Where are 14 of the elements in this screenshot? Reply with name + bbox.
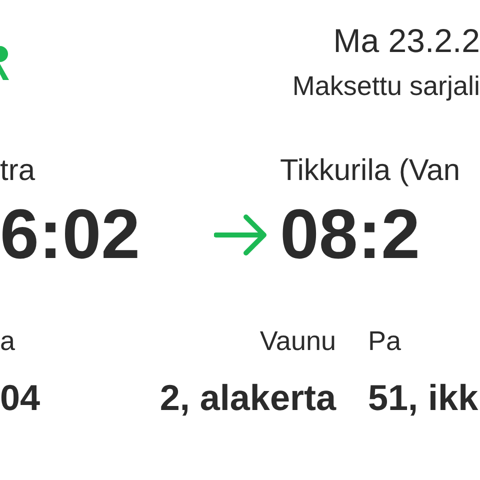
logo-icon bbox=[0, 44, 9, 80]
arrow-right-icon bbox=[214, 214, 268, 256]
travel-date: Ma 23.2.2 bbox=[333, 22, 480, 60]
detail-value: 2, alakerta bbox=[160, 378, 336, 418]
arrival-time: 08:2 bbox=[280, 198, 420, 270]
detail-label: a bbox=[0, 326, 16, 356]
detail-value: 04 bbox=[0, 378, 40, 418]
detail-value: 51, ikk bbox=[368, 378, 478, 418]
ticket-type: Maksettu sarjali bbox=[292, 70, 480, 102]
detail-label: Vaunu bbox=[260, 326, 336, 356]
departure-station: tra bbox=[0, 154, 36, 188]
detail-label: Pa bbox=[368, 326, 402, 356]
departure-time: 6:02 bbox=[0, 198, 140, 270]
arrival-station: Tikkurila (Van bbox=[280, 154, 460, 188]
